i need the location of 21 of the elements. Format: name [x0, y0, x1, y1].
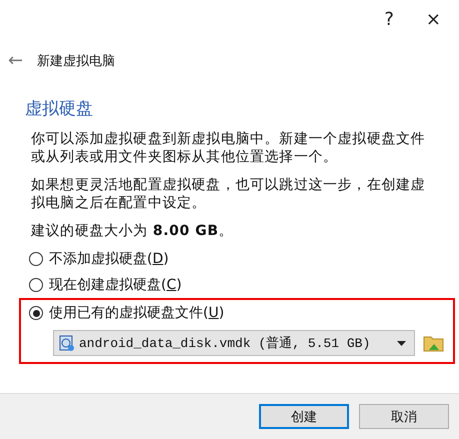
description-text: 建议的硬盘大小为 8.00 GB。 — [31, 222, 234, 240]
radio-button[interactable] — [29, 278, 43, 292]
wizard-title: 新建虚拟电脑 — [37, 52, 116, 70]
caret-icon — [397, 340, 406, 346]
radio-button[interactable] — [29, 306, 43, 320]
radio-label: 使用已有的虚拟硬盘文件(U) — [49, 304, 224, 322]
dialog-button[interactable]: 取消 — [359, 404, 449, 429]
radio-option[interactable]: 不添加虚拟硬盘(D) — [29, 248, 453, 270]
help-button[interactable]: ? — [384, 8, 394, 30]
back-button[interactable]: ← — [8, 50, 24, 71]
close-button[interactable]: × — [426, 8, 441, 30]
disk-dropdown[interactable]: android_data_disk.vmdk (普通, 5.51 GB) — [53, 330, 415, 356]
radio-option[interactable]: 现在创建虚拟硬盘(C) — [29, 274, 453, 296]
dialog-button[interactable]: 创建 — [259, 404, 349, 429]
radio-button[interactable] — [29, 252, 43, 266]
description-text: 如果想更灵活地配置虚拟硬盘，也可以跳过这一步，在创建虚拟电脑之后在配置中设定。 — [31, 176, 426, 212]
radio-label: 不添加虚拟硬盘(D) — [49, 250, 169, 268]
page-heading: 虚拟硬盘 — [25, 98, 94, 120]
description-text: 你可以添加虚拟硬盘到新虚拟电脑中。新建一个虚拟硬盘文件或从列表或用文件夹图标从其他位置选择一个。 — [31, 130, 426, 166]
radio-label: 现在创建虚拟硬盘(C) — [49, 276, 182, 294]
radio-option[interactable]: 使用已有的虚拟硬盘文件(U) — [29, 302, 453, 324]
